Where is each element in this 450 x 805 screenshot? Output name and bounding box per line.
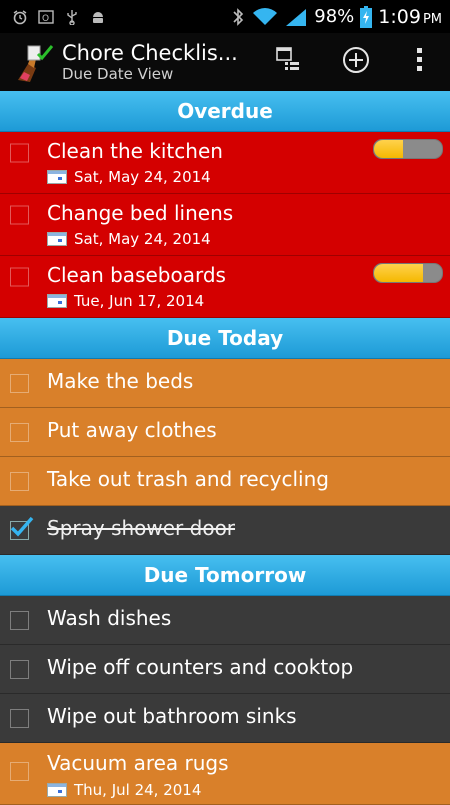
task-title: Change bed linens [47,201,234,225]
task-list: Overdue Clean the kitchen Sat, May 24, 2… [0,91,450,805]
calendar-icon [47,783,67,797]
android-icon [90,9,106,25]
task-title: Wipe off counters and cooktop [47,655,354,679]
task-checkbox[interactable] [10,709,29,728]
due-date-text: Sat, May 24, 2014 [74,230,211,248]
task-row[interactable]: Clean the kitchen Sat, May 24, 2014 [0,132,450,194]
battery-icon [360,5,373,28]
task-row[interactable]: Wipe out bathroom sinks [0,694,450,743]
calendar-list-icon [275,46,301,78]
task-title: Take out trash and recycling [47,467,329,491]
task-row[interactable]: Put away clothes [0,408,450,457]
battery-percent: 98% [314,6,355,27]
add-circle-icon [341,45,371,79]
task-checkbox[interactable] [10,423,29,442]
progress-fill [374,140,403,158]
task-checkbox[interactable] [10,374,29,393]
task-title: Wash dishes [47,606,172,630]
calendar-icon [47,232,67,246]
usb-icon [64,9,80,25]
task-row[interactable]: Wipe off counters and cooktop [0,645,450,694]
app-title: Chore Checklis... [62,41,238,65]
task-checkbox[interactable] [10,205,29,225]
task-row[interactable]: Vacuum area rugs Thu, Jul 24, 2014 [0,743,450,805]
status-bar: O 98% 1:09 PM [0,0,450,33]
task-row[interactable]: Take out trash and recycling [0,457,450,506]
due-date-text: Tue, Jun 17, 2014 [74,292,205,310]
task-checkbox[interactable] [10,472,29,491]
due-date: Tue, Jun 17, 2014 [47,292,204,310]
task-row[interactable]: Clean baseboards Tue, Jun 17, 2014 [0,256,450,318]
task-checkbox[interactable] [10,762,29,781]
task-title: Wipe out bathroom sinks [47,704,297,728]
task-row[interactable]: Wash dishes [0,596,450,645]
task-checkbox[interactable] [10,143,29,163]
overflow-menu-button[interactable] [390,33,450,91]
wifi-icon [252,7,278,25]
task-row-completed[interactable]: Spray shower door [0,506,450,555]
task-title: Clean the kitchen [47,139,223,163]
due-date: Sat, May 24, 2014 [47,230,211,248]
svg-text:O: O [42,14,49,24]
progress-bar [373,139,443,159]
task-checkbox-checked[interactable] [10,516,34,540]
progress-bar [373,263,443,283]
alarm-icon [12,9,28,25]
outlook-icon: O [38,9,54,25]
app-icon[interactable] [14,40,58,84]
due-date: Thu, Jul 24, 2014 [47,781,201,799]
checkmark-icon [9,514,35,544]
calendar-icon [47,170,67,184]
task-title: Make the beds [47,369,194,393]
section-header-due-today: Due Today [0,318,450,359]
overflow-menu-icon [416,47,424,77]
clock-time: 1:09 [378,5,421,28]
due-date-text: Sat, May 24, 2014 [74,168,211,186]
progress-fill [374,264,423,282]
calendar-list-button[interactable] [254,33,322,91]
task-checkbox[interactable] [10,267,29,287]
task-title: Vacuum area rugs [47,751,229,775]
task-checkbox[interactable] [10,611,29,630]
task-title: Spray shower door [47,516,236,540]
clock-ampm: PM [422,11,442,27]
task-checkbox[interactable] [10,660,29,679]
status-clock: 1:09 PM [378,6,442,28]
task-title: Clean baseboards [47,263,226,287]
signal-icon [284,8,308,26]
task-row[interactable]: Make the beds [0,359,450,408]
bluetooth-icon [230,7,246,26]
action-bar: Chore Checklis... Due Date View [0,33,450,91]
calendar-icon [47,294,67,308]
view-subtitle: Due Date View [62,65,174,83]
add-task-button[interactable] [322,33,390,91]
due-date: Sat, May 24, 2014 [47,168,211,186]
task-row[interactable]: Change bed linens Sat, May 24, 2014 [0,194,450,256]
section-header-overdue: Overdue [0,91,450,132]
due-date-text: Thu, Jul 24, 2014 [74,781,202,799]
task-title: Put away clothes [47,418,217,442]
section-header-due-tomorrow: Due Tomorrow [0,555,450,596]
